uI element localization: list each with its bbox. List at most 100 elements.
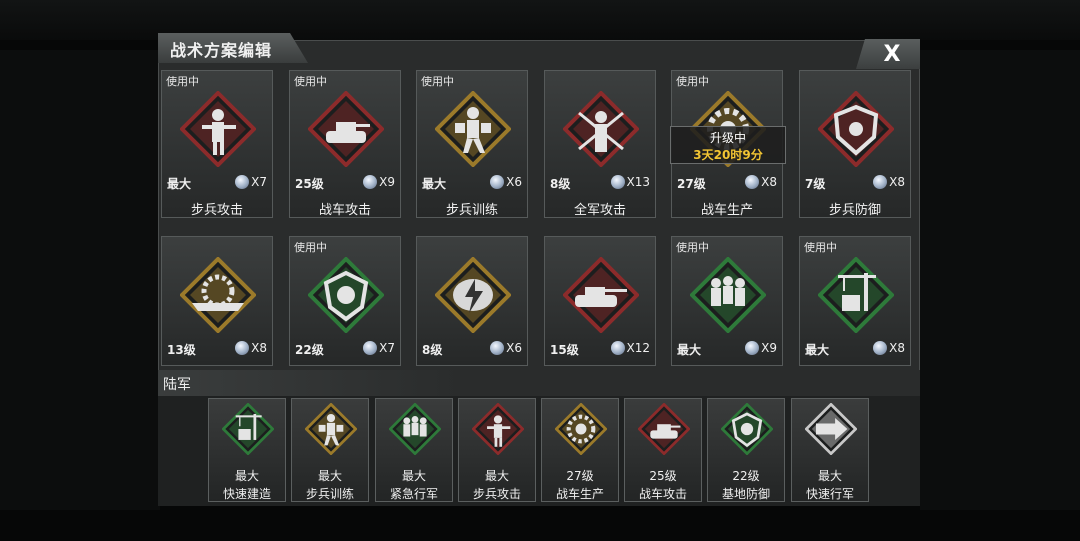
tactic-level: 最大 [677, 343, 702, 357]
tactic-count-value: X8 [251, 341, 267, 355]
tactic-card[interactable]: 使用中 最大 X7 步兵攻击 [161, 70, 273, 218]
shield-defense-icon [817, 90, 895, 168]
tactic-level: 最大 [167, 177, 192, 191]
tactic-level: 7级 [805, 177, 826, 191]
tactic-count: X8 [235, 341, 267, 355]
warship-gear-icon [179, 256, 257, 334]
tactic-count-value: X9 [379, 175, 395, 189]
tactic-count: X7 [235, 175, 267, 189]
gem-icon [610, 175, 625, 189]
tactic-name: 步兵防御 [828, 203, 881, 218]
gem-icon [873, 175, 888, 189]
army-label: 陆军 [163, 377, 191, 393]
tactic-count-value: X12 [626, 341, 651, 355]
tactic-level: 8级 [422, 343, 443, 357]
close-icon: X [883, 41, 901, 67]
gem-icon [610, 341, 625, 355]
tactic-card[interactable]: 使用中 最大 X6 步兵训练 [416, 70, 528, 218]
upgrade-timer: 3天20时9分 [693, 148, 763, 162]
slot-level: 22级 [732, 469, 760, 483]
tactic-count: X6 [490, 175, 522, 189]
tactic-level: 15级 [550, 343, 579, 357]
tactic-count-value: X6 [506, 175, 522, 189]
tactic-count: X8 [873, 175, 905, 189]
in-use-label: 使用中 [166, 75, 199, 88]
close-button[interactable]: X [856, 39, 920, 69]
tactic-count-value: X7 [379, 341, 395, 355]
crossed-rifles-soldier-icon [562, 90, 640, 168]
tactic-card[interactable]: 13级 X8 [161, 236, 273, 366]
tactic-card[interactable]: 8级 X6 [416, 236, 528, 366]
tactic-count-value: X8 [889, 175, 905, 189]
tactic-level: 最大 [805, 343, 830, 357]
in-use-label: 使用中 [676, 241, 709, 254]
in-use-label: 使用中 [421, 75, 454, 88]
lightning-shield-icon [434, 256, 512, 334]
gear-production-icon [554, 402, 608, 456]
tactic-name: 步兵攻击 [190, 203, 243, 218]
soldier-running-icon [304, 402, 358, 456]
army-slot[interactable]: 最大 快速行军 [791, 398, 869, 502]
crane-construction-icon [817, 256, 895, 334]
tactic-card[interactable]: 使用中 25级 X9 战车攻击 [289, 70, 401, 218]
slot-name: 战车生产 [555, 487, 604, 501]
slot-name: 快速建造 [222, 487, 271, 501]
gem-icon [235, 175, 250, 189]
tactic-count-value: X13 [626, 175, 651, 189]
army-header-bar [158, 370, 920, 396]
tactic-count: X9 [363, 175, 395, 189]
tank-firing-icon [637, 402, 691, 456]
tactic-level: 27级 [677, 177, 706, 191]
gem-icon [490, 341, 505, 355]
tactic-name: 步兵训练 [445, 203, 498, 218]
slot-name: 步兵攻击 [472, 487, 521, 501]
background-right-hud [920, 50, 1080, 510]
gem-icon [235, 341, 250, 355]
slot-level: 25级 [649, 469, 677, 483]
tactic-level: 8级 [550, 177, 571, 191]
slot-level: 最大 [401, 469, 426, 483]
soldier-aiming-icon [179, 90, 257, 168]
slot-name: 基地防御 [721, 487, 770, 501]
slot-level: 最大 [817, 469, 842, 483]
tactic-count-value: X6 [506, 341, 522, 355]
tactic-count-value: X9 [761, 341, 777, 355]
army-slot[interactable]: 最大 步兵训练 [291, 398, 369, 502]
tactic-card[interactable]: 使用中 最大 X9 [671, 236, 783, 366]
army-slot[interactable]: 25级 战车攻击 [624, 398, 702, 502]
gem-icon [490, 175, 505, 189]
tactic-count: X8 [873, 341, 905, 355]
soldier-aiming-icon [471, 402, 525, 456]
army-slot[interactable]: 最大 紧急行军 [375, 398, 453, 502]
tactic-card[interactable]: 7级 X8 步兵防御 [799, 70, 911, 218]
upgrade-status-overlay: 升级中 3天20时9分 [670, 126, 786, 164]
slot-name: 紧急行军 [389, 487, 438, 501]
tactic-card[interactable]: 8级 X13 全军攻击 [544, 70, 656, 218]
tactic-count: X12 [610, 341, 651, 355]
slot-level: 27级 [566, 469, 594, 483]
slot-name: 步兵训练 [305, 487, 354, 501]
tactic-level: 22级 [295, 343, 324, 357]
tank-speed-icon [562, 256, 640, 334]
army-slot[interactable]: 最大 快速建造 [208, 398, 286, 502]
army-slot[interactable]: 最大 步兵攻击 [458, 398, 536, 502]
gem-icon [745, 175, 760, 189]
tactic-count-value: X7 [251, 175, 267, 189]
tactic-count-value: X8 [761, 175, 777, 189]
tactic-card[interactable]: 15级 X12 [544, 236, 656, 366]
gem-icon [363, 341, 378, 355]
in-use-label: 使用中 [294, 241, 327, 254]
gem-icon [745, 341, 760, 355]
tactic-card[interactable]: 使用中 22级 X7 [289, 236, 401, 366]
background-left-hud [0, 50, 160, 510]
tactic-level: 25级 [295, 177, 324, 191]
army-slot[interactable]: 22级 基地防御 [707, 398, 785, 502]
soldier-running-icon [434, 90, 512, 168]
soldiers-march-icon [388, 402, 442, 456]
lion-shield-icon [307, 256, 385, 334]
panel-title: 战术方案编辑 [170, 41, 273, 60]
tactic-name: 全军攻击 [573, 203, 626, 218]
tactic-count: X6 [490, 341, 522, 355]
army-slot[interactable]: 27级 战车生产 [541, 398, 619, 502]
tactic-card[interactable]: 使用中 最大 X8 [799, 236, 911, 366]
